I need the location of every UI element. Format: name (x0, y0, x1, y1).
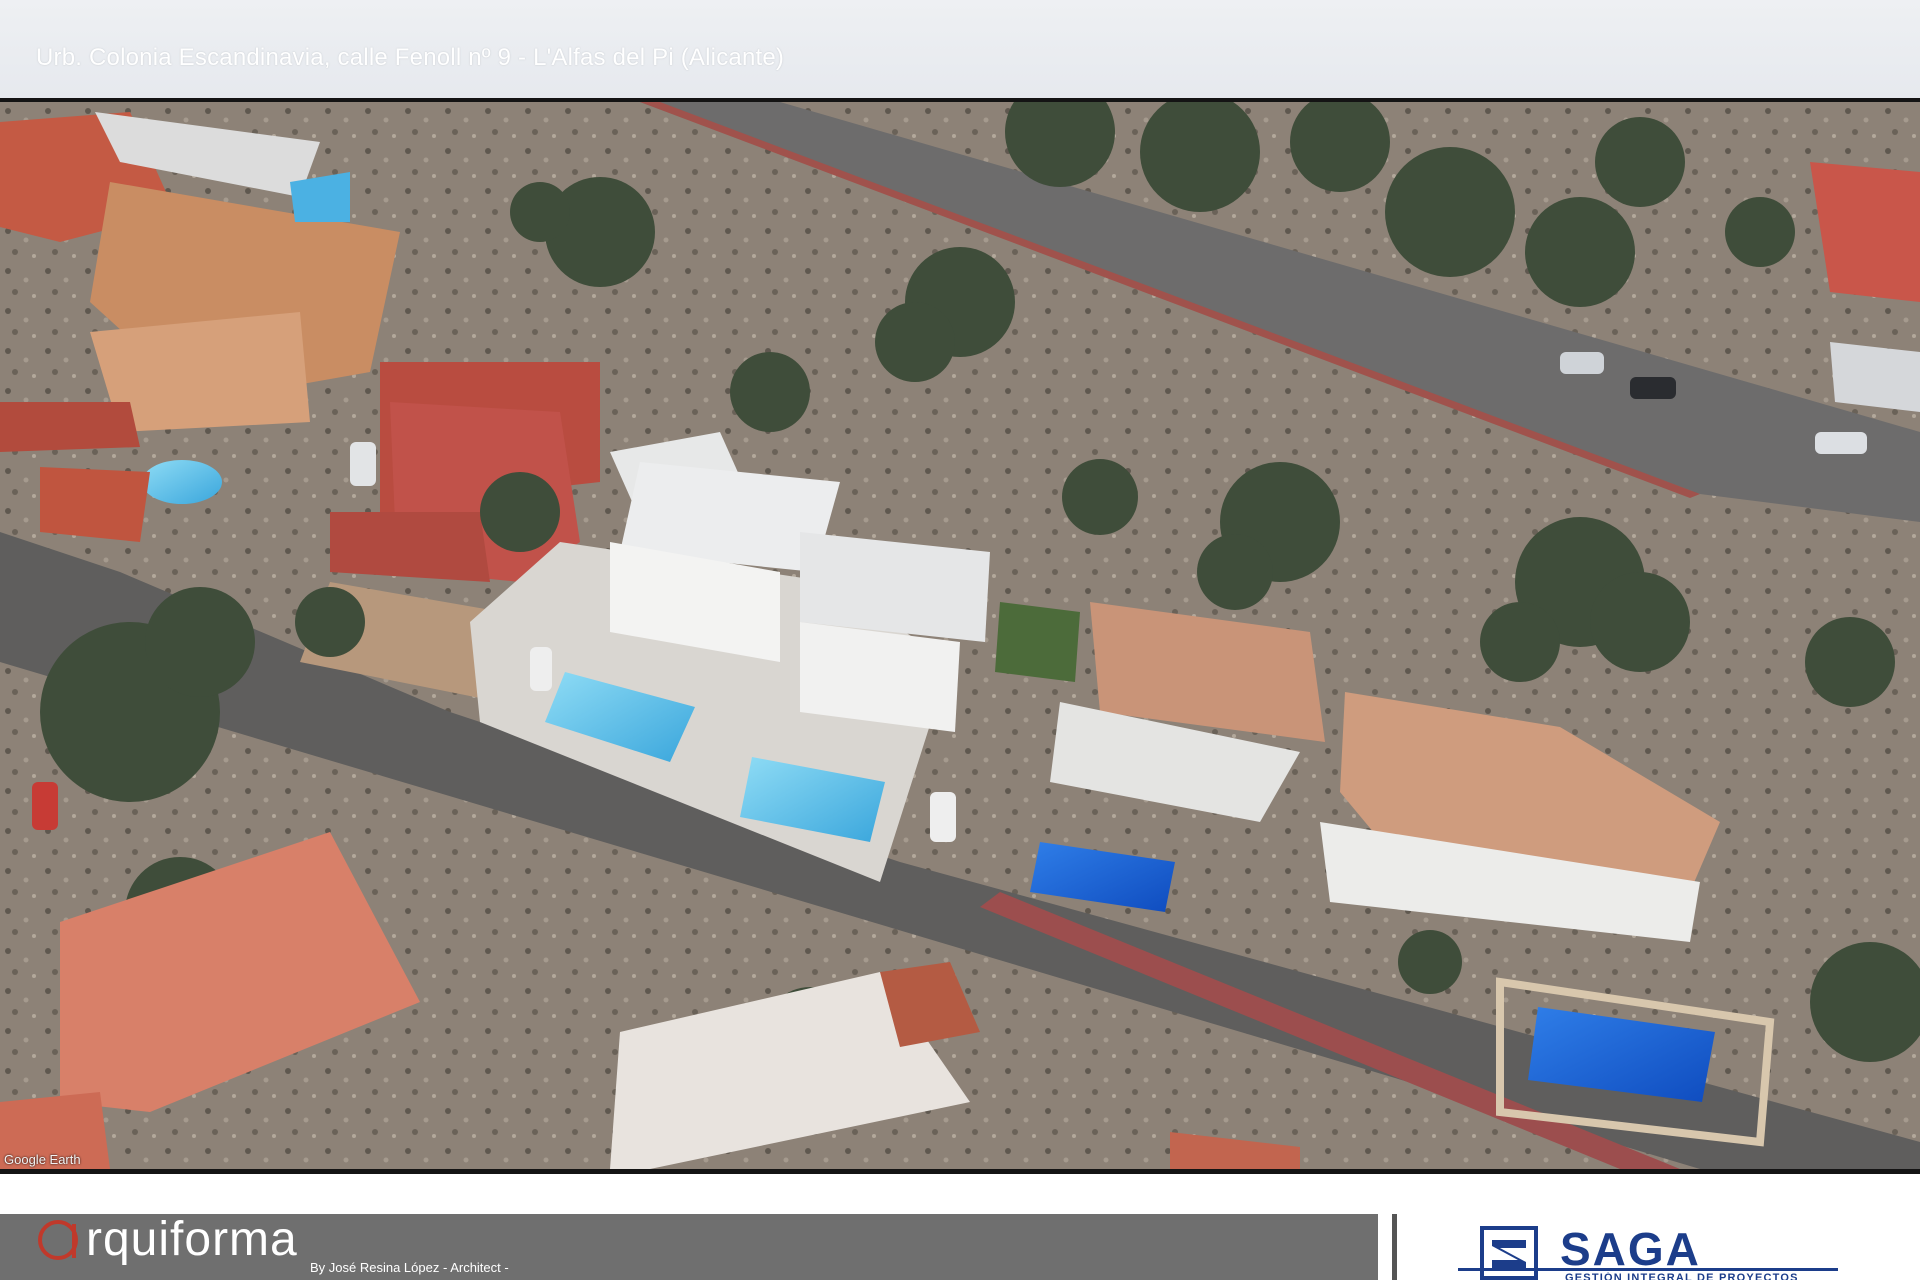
brand-name: rquiforma (86, 1213, 298, 1266)
footer-divider (1392, 1214, 1397, 1280)
arquiforma-logo-icon (38, 1220, 78, 1260)
aerial-photo: Google Earth (0, 98, 1920, 1174)
partner-subtitle: GESTIÓN INTEGRAL DE PROYECTOS (1565, 1272, 1799, 1280)
map-watermark: Google Earth (4, 1152, 81, 1167)
header-band: Urb. Colonia Escandinavia, calle Fenoll … (0, 0, 1920, 98)
pool (142, 460, 222, 504)
saga-logo-icon (1480, 1226, 1538, 1280)
house-roof (1830, 342, 1920, 412)
brand-subtitle: By José Resina López - Architect - (310, 1260, 509, 1275)
house-roof (40, 467, 150, 542)
aerial-render (0, 102, 1920, 1169)
project-address: Urb. Colonia Escandinavia, calle Fenoll … (36, 44, 785, 71)
house-roof (0, 402, 140, 452)
garden (995, 602, 1080, 682)
footer: rquiforma By José Resina López - Archite… (0, 1174, 1920, 1280)
partner-rule (1458, 1268, 1838, 1271)
house-roof (330, 512, 490, 582)
